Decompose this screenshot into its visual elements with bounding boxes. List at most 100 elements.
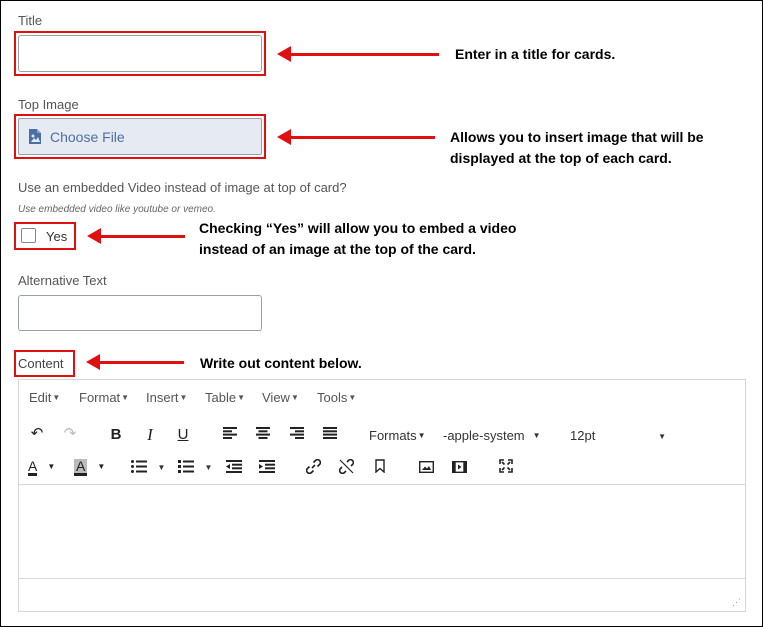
yes-annotation-line2: instead of an image at the top of the ca… — [199, 241, 476, 257]
menu-view-label: View — [262, 390, 290, 405]
bullet-list-button[interactable]: ▼ — [131, 460, 165, 478]
numbered-list-caret-icon: ▼ — [204, 463, 213, 472]
menu-format[interactable]: Format▼ — [79, 390, 129, 405]
menu-edit-caret-icon: ▼ — [52, 393, 61, 402]
formats-label: Formats — [369, 428, 417, 443]
image-icon — [418, 460, 435, 474]
redo-button[interactable]: ↷ — [59, 424, 81, 442]
redo-icon: ↷ — [63, 425, 77, 442]
align-center-button[interactable] — [252, 426, 274, 443]
menu-view-caret-icon: ▼ — [290, 393, 299, 402]
image-annotation-line2: displayed at the top of each card. — [450, 150, 672, 166]
italic-icon: I — [147, 425, 153, 444]
background-color-icon: A — [74, 458, 88, 476]
editor-content-area[interactable] — [19, 485, 745, 578]
anchor-button[interactable] — [375, 459, 385, 478]
outdent-button[interactable] — [226, 460, 242, 478]
unlink-button[interactable] — [338, 458, 355, 479]
align-right-button[interactable] — [286, 426, 308, 443]
outdent-icon — [226, 460, 242, 473]
font-family-select[interactable]: -apple-system ▼ — [443, 428, 541, 443]
alt-text-input[interactable] — [18, 295, 262, 331]
image-annotation-line1: Allows you to insert image that will be — [450, 129, 704, 145]
resize-handle-icon[interactable]: ⋰ — [732, 597, 741, 608]
align-left-button[interactable] — [219, 426, 241, 443]
align-center-icon — [256, 427, 270, 439]
file-image-icon — [28, 128, 42, 145]
align-justify-button[interactable] — [319, 426, 341, 443]
menu-insert-caret-icon: ▼ — [179, 393, 188, 402]
title-arrow-line — [289, 53, 439, 56]
insert-media-button[interactable] — [451, 460, 468, 478]
insert-link-button[interactable] — [305, 458, 322, 479]
background-color-button[interactable]: A ▼ — [74, 458, 105, 476]
yes-label: Yes — [46, 229, 68, 244]
yes-arrow-line — [99, 235, 185, 238]
bullet-list-icon — [131, 460, 147, 473]
font-family-caret-icon: ▼ — [532, 431, 541, 440]
align-right-icon — [290, 427, 304, 439]
yes-annotation-line1: Checking “Yes” will allow you to embed a… — [199, 220, 517, 236]
font-size-caret-icon: ▼ — [658, 432, 666, 441]
underline-icon: U — [177, 426, 189, 443]
bullet-list-caret-icon: ▼ — [157, 463, 166, 472]
menu-tools-label: Tools — [317, 390, 348, 405]
menu-table-label: Table — [205, 390, 237, 405]
top-image-label: Top Image — [18, 97, 79, 112]
content-arrow-line — [98, 361, 184, 364]
media-icon — [451, 460, 468, 474]
menu-table-caret-icon: ▼ — [237, 393, 245, 402]
menu-view[interactable]: View▼ — [262, 390, 299, 405]
undo-icon: ↶ — [30, 425, 44, 442]
fullscreen-icon — [499, 459, 513, 473]
formats-dropdown[interactable]: Formats▼ — [369, 428, 426, 443]
fullscreen-button[interactable] — [499, 459, 513, 478]
text-color-icon: A — [28, 458, 38, 476]
screenshot-frame: Title Enter in a title for cards. Top Im… — [0, 0, 763, 627]
underline-button[interactable]: U — [172, 426, 194, 443]
italic-button[interactable]: I — [139, 425, 161, 445]
menu-format-caret-icon: ▼ — [121, 393, 130, 402]
menu-edit[interactable]: Edit▼ — [29, 390, 60, 405]
title-annotation: Enter in a title for cards. — [455, 46, 616, 62]
choose-file-label: Choose File — [50, 128, 125, 145]
menu-edit-label: Edit — [29, 390, 52, 405]
indent-button[interactable] — [259, 460, 275, 478]
title-label: Title — [18, 13, 43, 28]
font-size-value: 12pt — [570, 428, 596, 443]
alt-text-label: Alternative Text — [18, 273, 107, 288]
choose-file-button[interactable]: Choose File — [18, 118, 262, 155]
indent-icon — [259, 460, 275, 473]
menu-insert-label: Insert — [146, 390, 179, 405]
content-annotation: Write out content below. — [200, 355, 362, 371]
numbered-list-icon — [178, 460, 194, 473]
formats-caret-icon: ▼ — [417, 431, 426, 440]
bold-button[interactable]: B — [105, 426, 127, 443]
background-color-caret-icon: ▼ — [97, 462, 106, 471]
image-arrow-line — [289, 136, 435, 139]
rich-text-editor: Edit▼ Format▼ Insert▼ Table▼ View▼ Tools… — [18, 379, 746, 612]
link-icon — [305, 458, 322, 475]
bold-icon: B — [110, 426, 122, 443]
text-color-caret-icon: ▼ — [47, 462, 56, 471]
content-label: Content — [18, 356, 64, 371]
unlink-icon — [338, 458, 355, 475]
menu-tools[interactable]: Tools▼ — [317, 390, 356, 405]
video-hint: Use embedded video like youtube or vemeo… — [18, 204, 216, 215]
yes-checkbox[interactable] — [21, 228, 36, 243]
editor-statusbar — [19, 579, 745, 611]
title-input[interactable] — [18, 35, 262, 72]
menu-format-label: Format — [79, 390, 121, 405]
undo-button[interactable]: ↶ — [26, 424, 48, 442]
numbered-list-button[interactable]: ▼ — [178, 460, 212, 478]
align-justify-icon — [323, 427, 337, 439]
font-size-select[interactable]: 12pt ▼ — [570, 428, 666, 443]
insert-image-button[interactable] — [418, 460, 435, 478]
menu-table[interactable]: Table▼ — [205, 390, 245, 405]
text-color-button[interactable]: A ▼ — [28, 458, 55, 476]
menu-tools-caret-icon: ▼ — [348, 393, 357, 402]
bookmark-icon — [375, 459, 385, 474]
align-left-icon — [223, 427, 237, 439]
menu-insert[interactable]: Insert▼ — [146, 390, 187, 405]
editor-menubar: Edit▼ Format▼ Insert▼ Table▼ View▼ Tools… — [19, 380, 745, 414]
